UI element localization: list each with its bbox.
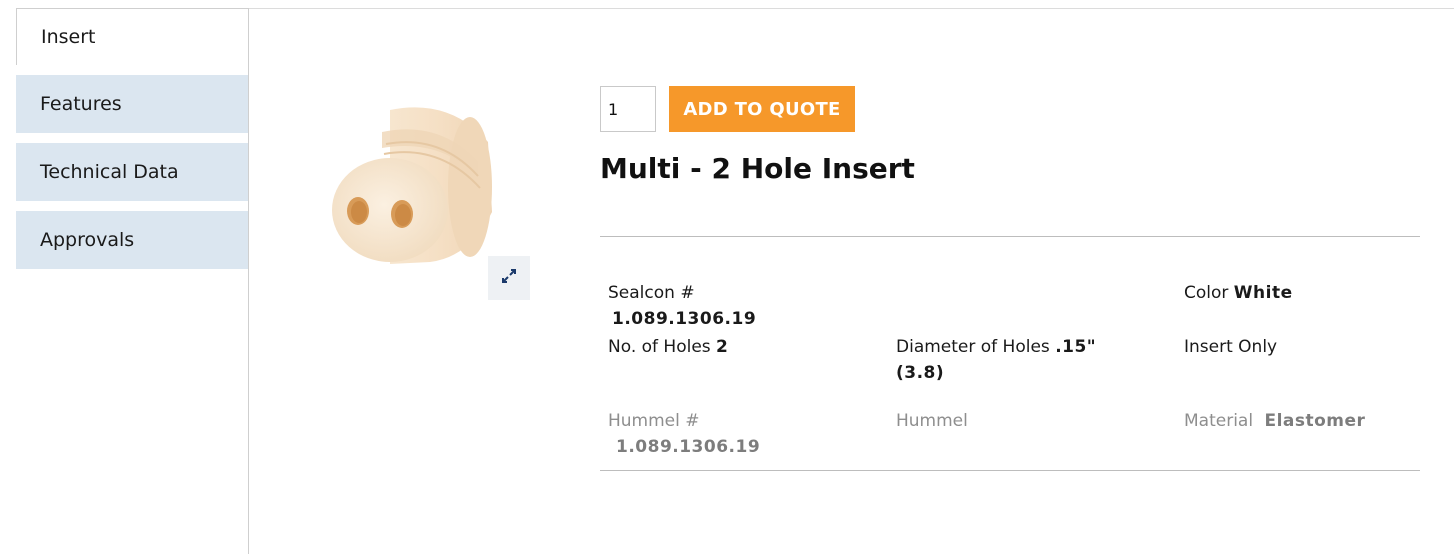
spec-label: Color [1184, 283, 1229, 303]
spec-holes: No. of Holes 2 [608, 334, 728, 360]
divider [600, 470, 1420, 471]
spec-label: No. of Holes [608, 337, 711, 357]
spec-value: 1.089.1306.19 [612, 309, 757, 329]
tab-label: Approvals [40, 229, 135, 251]
spec-label: Material [1184, 411, 1254, 431]
spec-sealcon: Sealcon # 1.089.1306.19 [608, 280, 756, 332]
spec-color: Color White [1184, 280, 1293, 306]
spec-insert-only: Insert Only [1184, 334, 1277, 360]
spec-label: Hummel # [608, 411, 700, 431]
spec-value: Elastomer [1264, 411, 1366, 431]
spec-label: Sealcon # [608, 283, 695, 303]
spec-hummel-col2: Hummel [896, 408, 968, 434]
spec-value: 2 [716, 337, 729, 357]
tab-technical-data[interactable]: Technical Data [16, 143, 248, 201]
divider [600, 236, 1420, 237]
product-image [320, 92, 520, 270]
spec-label: Hummel [896, 411, 968, 431]
expand-image-button[interactable] [488, 256, 530, 300]
add-to-quote-button[interactable]: ADD TO QUOTE [669, 86, 855, 132]
spec-value: 1.089.1306.19 [616, 437, 761, 457]
spec-diameter: Diameter of Holes .15" (3.8) [896, 334, 1126, 386]
tab-label: Insert [41, 26, 96, 48]
tab-label: Technical Data [40, 161, 179, 183]
spec-value: White [1233, 283, 1293, 303]
top-border [249, 8, 1454, 9]
quantity-input[interactable] [600, 86, 656, 132]
spec-label: Diameter of Holes [896, 337, 1050, 357]
tab-insert[interactable]: Insert [16, 8, 249, 65]
tab-features[interactable]: Features [16, 75, 248, 133]
tab-approvals[interactable]: Approvals [16, 211, 248, 269]
product-title: Multi - 2 Hole Insert [600, 152, 915, 185]
spec-material: Material Elastomer [1184, 408, 1365, 434]
spec-label: Insert Only [1184, 337, 1278, 357]
tab-label: Features [40, 93, 122, 115]
spec-hummel: Hummel # 1.089.1306.19 [608, 408, 760, 460]
expand-arrows-icon [500, 267, 518, 289]
tab-panel-border [248, 64, 249, 554]
